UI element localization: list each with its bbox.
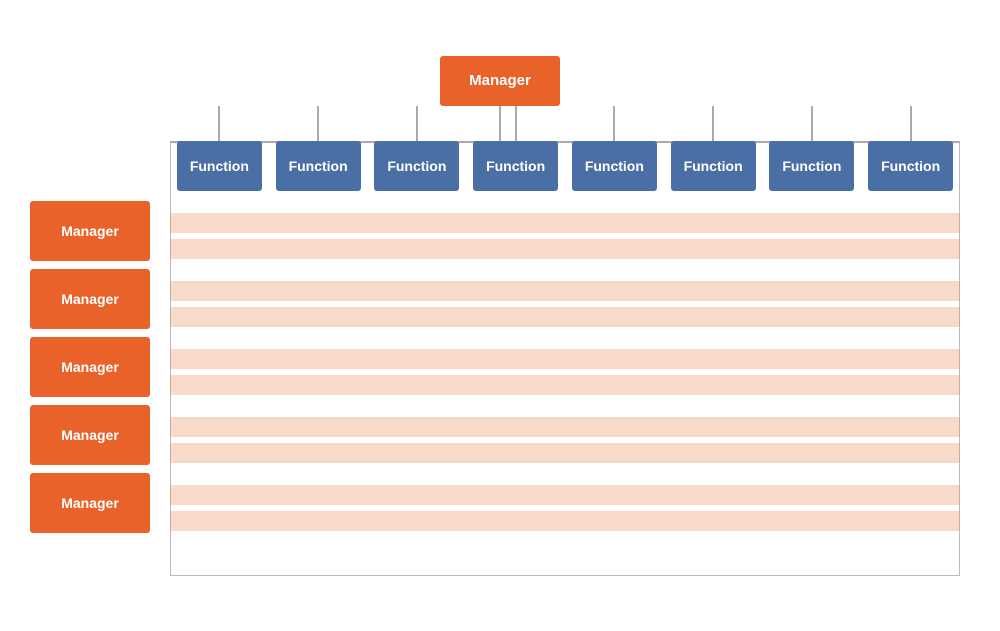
function-box-6: Function (769, 141, 854, 191)
function-vline-6 (811, 106, 813, 141)
top-manager-label: Manager (469, 72, 531, 89)
row-stripe-bottom-3 (170, 443, 960, 463)
function-vline-5 (712, 106, 714, 141)
function-box-2: Function (374, 141, 459, 191)
function-vline-0 (218, 106, 220, 141)
manager-row-box-3: Manager (30, 405, 150, 465)
row-stripe-top-1 (170, 281, 960, 301)
function-box-1: Function (276, 141, 361, 191)
manager-row-box-0: Manager (30, 201, 150, 261)
function-col-4: Function (565, 141, 664, 201)
function-col-1: Function (269, 141, 368, 201)
function-col-0: Function (170, 141, 269, 201)
diagram-container: Manager FunctionFunctionFunctionFunction… (30, 26, 970, 606)
row-stripe-top-3 (170, 417, 960, 437)
function-vline-7 (910, 106, 912, 141)
row-stripe-top-0 (170, 213, 960, 233)
function-box-0: Function (177, 141, 262, 191)
row-stripe-bottom-4 (170, 511, 960, 531)
function-vline-1 (317, 106, 319, 141)
function-vline-4 (613, 106, 615, 141)
top-manager-box: Manager (440, 56, 560, 106)
row-stripe-bottom-0 (170, 239, 960, 259)
function-col-7: Function (861, 141, 960, 201)
row-stripe-top-2 (170, 349, 960, 369)
functions-row: Function Function Function Function Function… (170, 141, 960, 201)
function-box-3: Function (473, 141, 558, 191)
row-stripe-bottom-2 (170, 375, 960, 395)
manager-row-box-2: Manager (30, 337, 150, 397)
function-box-7: Function (868, 141, 953, 191)
function-col-3: Function (466, 141, 565, 201)
function-vline-3 (515, 106, 517, 141)
function-vline-2 (416, 106, 418, 141)
function-box-5: Function (671, 141, 756, 191)
manager-row-box-4: Manager (30, 473, 150, 533)
row-stripe-top-4 (170, 485, 960, 505)
function-box-4: Function (572, 141, 657, 191)
row-stripe-bottom-1 (170, 307, 960, 327)
function-col-6: Function (763, 141, 862, 201)
manager-row-box-1: Manager (30, 269, 150, 329)
function-col-2: Function (368, 141, 467, 201)
top-vertical-line (499, 106, 501, 143)
function-col-5: Function (664, 141, 763, 201)
